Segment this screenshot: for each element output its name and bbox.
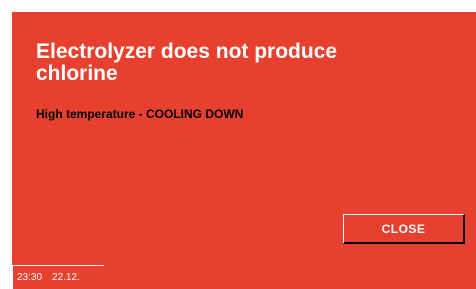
alert-message: High temperature - COOLING DOWN (36, 107, 244, 121)
status-date: 22.12. (52, 272, 80, 283)
status-datetime: 23:30 22.12. (12, 265, 104, 289)
status-time: 23:30 (17, 272, 43, 283)
alert-panel: Electrolyzer does not produce chlorine H… (12, 12, 476, 289)
alert-title: Electrolyzer does not produce chlorine (36, 40, 338, 85)
close-button[interactable]: CLOSE (343, 214, 465, 244)
